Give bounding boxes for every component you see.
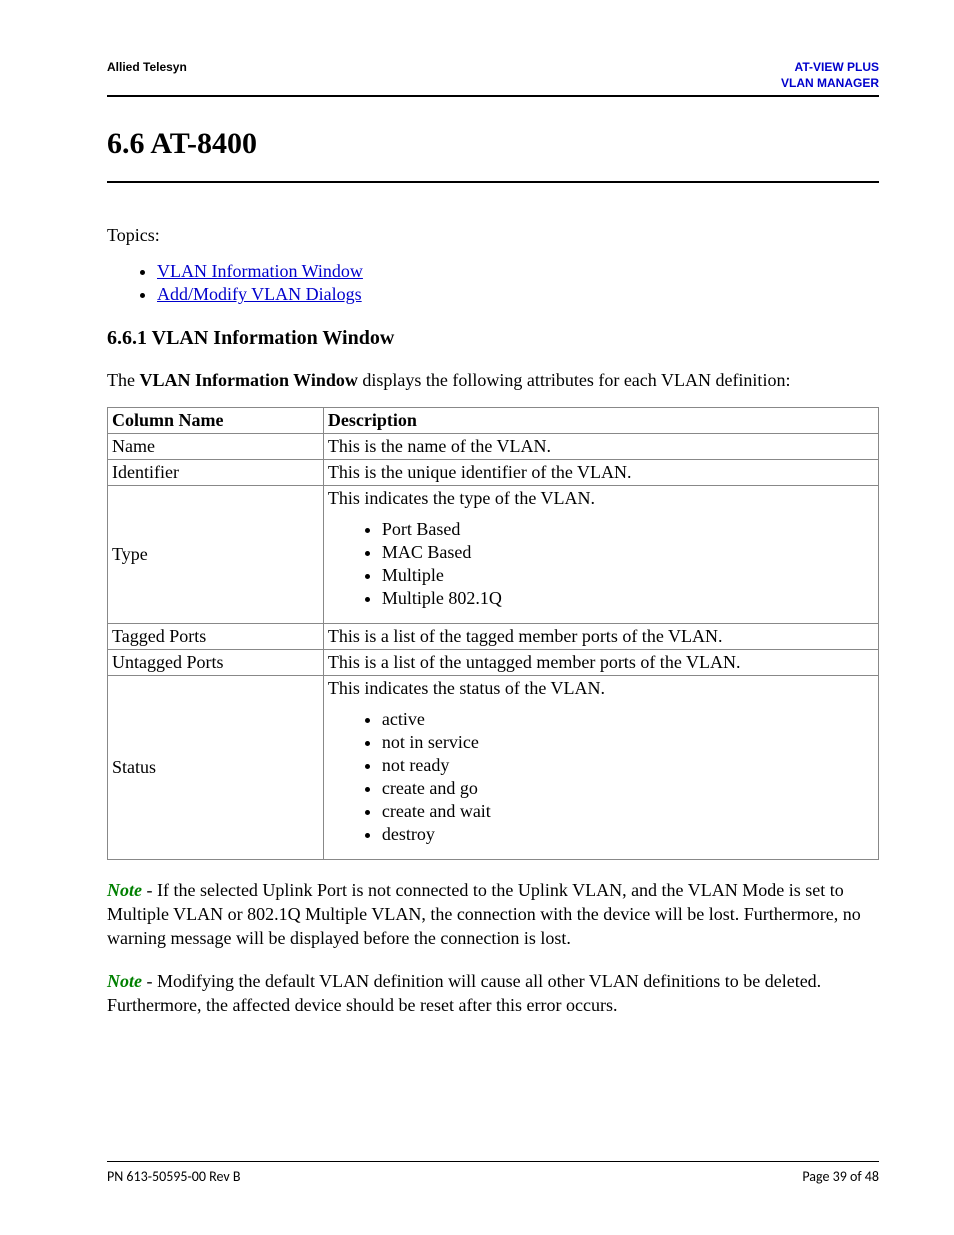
intro-post: displays the following attributes for ea…: [358, 370, 791, 390]
list-item: create and wait: [382, 801, 874, 822]
table-header-row: Column Name Description: [108, 407, 879, 433]
table-row: Untagged Ports This is a list of the unt…: [108, 649, 879, 675]
header-left: Allied Telesyn: [107, 60, 187, 74]
th-description: Description: [323, 407, 878, 433]
list-item: create and go: [382, 778, 874, 799]
title-rule: [107, 181, 879, 183]
list-item: Multiple 802.1Q: [382, 588, 874, 609]
cell-desc: This indicates the status of the VLAN. a…: [323, 675, 878, 859]
note-2: Note - Modifying the default VLAN defini…: [107, 969, 879, 1018]
note-1: Note - If the selected Uplink Port is no…: [107, 878, 879, 951]
note-1-text: - If the selected Uplink Port is not con…: [107, 880, 861, 949]
cell-name: Identifier: [108, 459, 324, 485]
th-column-name: Column Name: [108, 407, 324, 433]
type-list: Port Based MAC Based Multiple Multiple 8…: [364, 519, 874, 609]
note-2-text: - Modifying the default VLAN definition …: [107, 971, 821, 1015]
cell-desc-intro: This indicates the type of the VLAN.: [328, 488, 874, 509]
list-item: Port Based: [382, 519, 874, 540]
intro-bold: VLAN Information Window: [139, 370, 357, 390]
cell-desc: This is a list of the tagged member port…: [323, 623, 878, 649]
section-title: 6.6 AT-8400: [107, 127, 879, 161]
table-row: Identifier This is the unique identifier…: [108, 459, 879, 485]
cell-desc: This is the unique identifier of the VLA…: [323, 459, 878, 485]
page-footer: PN 613-50595-00 Rev B Page 39 of 48: [107, 1161, 879, 1185]
table-row: Type This indicates the type of the VLAN…: [108, 485, 879, 623]
header-rule: [107, 95, 879, 97]
note-label: Note: [107, 971, 142, 991]
subsection-title: 6.6.1 VLAN Information Window: [107, 327, 879, 350]
cell-name: Type: [108, 485, 324, 623]
header-product: AT-VIEW PLUS: [781, 60, 879, 76]
table-row: Tagged Ports This is a list of the tagge…: [108, 623, 879, 649]
vlan-attributes-table: Column Name Description Name This is the…: [107, 407, 879, 860]
header-right: AT-VIEW PLUS VLAN MANAGER: [781, 60, 879, 91]
topics-list: VLAN Information Window Add/Modify VLAN …: [137, 261, 879, 305]
status-list: active not in service not ready create a…: [364, 709, 874, 845]
cell-desc: This indicates the type of the VLAN. Por…: [323, 485, 878, 623]
list-item: destroy: [382, 824, 874, 845]
list-item: VLAN Information Window: [157, 261, 879, 282]
table-row: Name This is the name of the VLAN.: [108, 433, 879, 459]
intro-paragraph: The VLAN Information Window displays the…: [107, 368, 879, 392]
cell-desc-intro: This indicates the status of the VLAN.: [328, 678, 874, 699]
cell-desc: This is the name of the VLAN.: [323, 433, 878, 459]
topic-link-add-modify[interactable]: Add/Modify VLAN Dialogs: [157, 284, 362, 304]
list-item: Add/Modify VLAN Dialogs: [157, 284, 879, 305]
page-header: Allied Telesyn AT-VIEW PLUS VLAN MANAGER: [107, 60, 879, 91]
cell-name: Name: [108, 433, 324, 459]
topic-link-vlan-info[interactable]: VLAN Information Window: [157, 261, 363, 281]
list-item: Multiple: [382, 565, 874, 586]
topics-label: Topics:: [107, 223, 879, 247]
list-item: not ready: [382, 755, 874, 776]
cell-name: Untagged Ports: [108, 649, 324, 675]
footer-page: Page 39 of 48: [802, 1168, 879, 1185]
cell-name: Tagged Ports: [108, 623, 324, 649]
list-item: MAC Based: [382, 542, 874, 563]
footer-rule: [107, 1161, 879, 1162]
table-row: Status This indicates the status of the …: [108, 675, 879, 859]
note-label: Note: [107, 880, 142, 900]
intro-pre: The: [107, 370, 139, 390]
list-item: active: [382, 709, 874, 730]
header-module: VLAN MANAGER: [781, 76, 879, 92]
footer-pn: PN 613-50595-00 Rev B: [107, 1168, 241, 1185]
list-item: not in service: [382, 732, 874, 753]
cell-desc: This is a list of the untagged member po…: [323, 649, 878, 675]
cell-name: Status: [108, 675, 324, 859]
